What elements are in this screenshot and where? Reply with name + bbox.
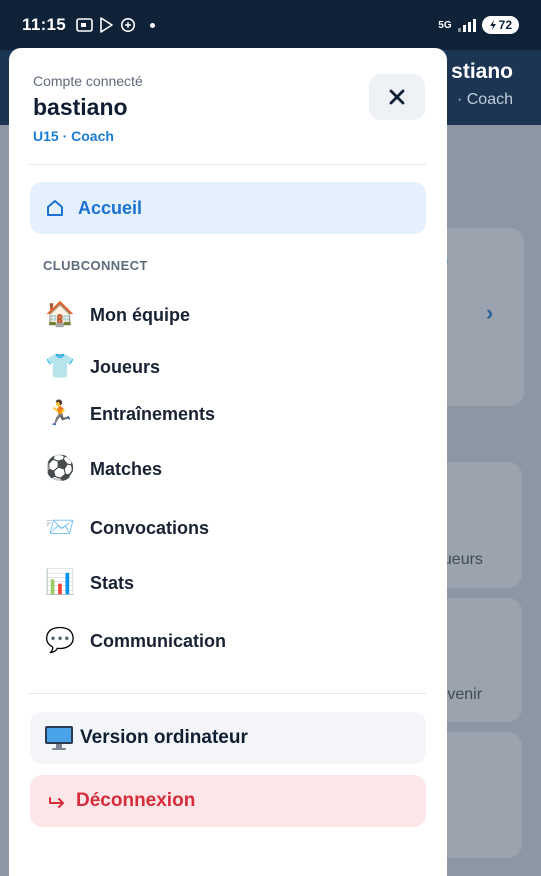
desktop-version-label: Version ordinateur: [80, 727, 248, 748]
battery-indicator: 72: [481, 16, 519, 34]
logout-button[interactable]: Déconnexion: [30, 775, 426, 827]
logout-arrow-icon: [49, 797, 64, 808]
nav-item-label: Entraînements: [90, 403, 216, 424]
ai-app-icon: [121, 18, 136, 32]
account-user-name: bastiano: [33, 94, 128, 120]
desktop-version-button[interactable]: Version ordinateur: [30, 712, 426, 764]
nav-item-communication[interactable]: 💬 Communication: [30, 618, 426, 664]
notification-icons: [76, 17, 156, 33]
desktop-computer-icon: [45, 726, 73, 750]
nav-item-accueil[interactable]: Accueil: [30, 182, 426, 234]
divider: [29, 164, 426, 165]
envelope-icon: 📨: [45, 514, 75, 541]
account-caption: Compte connecté: [33, 73, 143, 89]
nav-item-label: Communication: [90, 630, 227, 651]
nav-item-stats[interactable]: 📊 Stats: [30, 560, 426, 606]
header-user-name: stiano: [451, 60, 513, 83]
shirt-icon: 👕: [45, 353, 75, 380]
nav-item-label: Matches: [90, 458, 163, 479]
nav-item-mon-equipe[interactable]: 🏠 Mon équipe: [30, 292, 426, 338]
network-type: 5G: [438, 19, 452, 31]
runner-icon: 🏃: [45, 400, 75, 427]
header-user-role: · Coach: [456, 91, 513, 108]
divider: [29, 693, 426, 694]
navigation-drawer: Compte connecté bastiano U15 · Coach Acc…: [9, 48, 447, 876]
nav-item-joueurs[interactable]: 👕 Joueurs: [30, 344, 426, 390]
nav-item-label: Accueil: [78, 197, 143, 218]
screen-cast-icon: [76, 17, 93, 32]
battery-level: 72: [498, 18, 512, 32]
signal-icon: [457, 18, 476, 32]
bar-chart-icon: 📊: [45, 569, 75, 596]
nav-item-entrainements[interactable]: 🏃 Entraînements: [30, 391, 426, 437]
chevron-right-icon: ›: [486, 300, 494, 325]
nav-item-label: Convocations: [90, 517, 210, 538]
section-label: CLUBCONNECT: [43, 258, 148, 273]
speech-bubble-icon: 💬: [45, 627, 75, 654]
battery-saver-icon: [489, 20, 496, 30]
more-notifications-dot: [150, 22, 156, 28]
status-time: 11:15: [22, 15, 67, 34]
soccer-ball-icon: ⚽: [45, 455, 75, 482]
nav-item-matches[interactable]: ⚽ Matches: [30, 446, 426, 492]
house-icon: 🏠: [45, 301, 75, 328]
close-drawer-button[interactable]: [369, 74, 425, 120]
account-role: U15 · Coach: [33, 128, 114, 144]
home-icon: [47, 200, 63, 216]
nav-item-label: Stats: [90, 572, 135, 593]
play-store-icon: [100, 17, 113, 33]
status-bar: 11:15 5G 72: [0, 0, 541, 50]
nav-item-label: Mon équipe: [90, 304, 190, 325]
logout-label: Déconnexion: [76, 790, 196, 811]
nav-item-convocations[interactable]: 📨 Convocations: [30, 505, 426, 551]
close-icon: [389, 89, 405, 105]
nav-item-label: Joueurs: [90, 356, 161, 377]
